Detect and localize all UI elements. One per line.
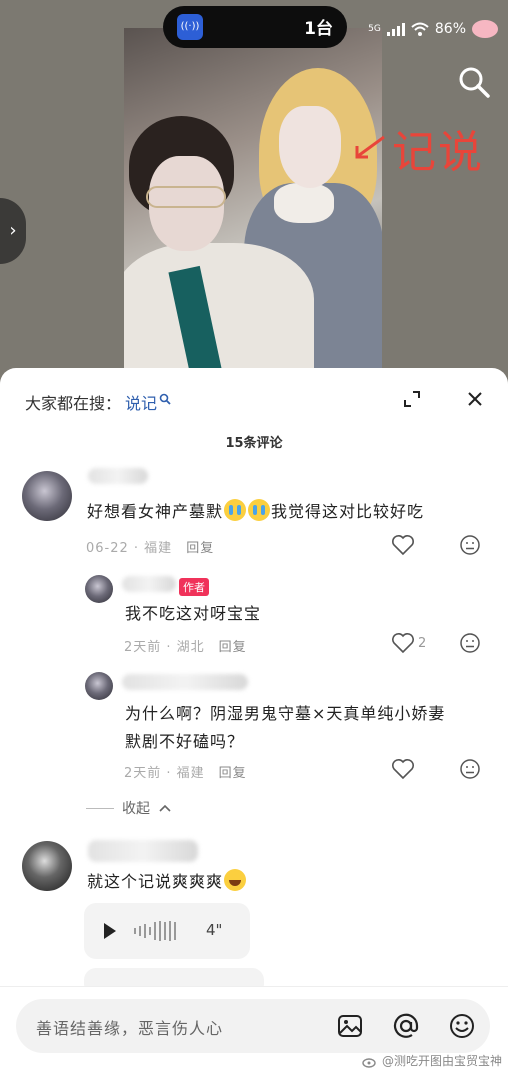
like-count: 2 <box>418 636 427 651</box>
waveform-icon <box>134 920 176 942</box>
username-blurred[interactable] <box>122 576 176 592</box>
reply-button[interactable]: 回复 <box>219 766 247 781</box>
search-small-icon[interactable] <box>159 393 171 405</box>
reply-button[interactable]: 回复 <box>186 541 214 556</box>
grin-emoji-icon <box>224 869 247 891</box>
cast-icon: ((·)) <box>177 14 203 40</box>
collapse-label: 收起 <box>122 801 150 817</box>
comment-text[interactable]: 我不吃这对呀宝宝 <box>125 600 261 628</box>
annotation-label: 记说 <box>392 127 484 178</box>
dislike-face-icon[interactable] <box>458 533 482 557</box>
figure-right-collar <box>274 183 334 223</box>
input-placeholder: 善语结善缘，恶言伤人心 <box>36 1019 224 1038</box>
crying-emoji-icon <box>224 499 247 521</box>
author-badge: 作者 <box>179 578 209 596</box>
comment-sheet: 大家都在搜： 说记 15条评论 好想看女神产墓默 我觉得这对比较好吃 06-22 … <box>0 368 508 1081</box>
trending-search[interactable]: 大家都在搜： 说记 <box>25 390 171 414</box>
comment-meta: 2天前 · 福建 回复 <box>124 766 247 781</box>
like-heart-icon[interactable] <box>391 631 415 655</box>
chevron-up-icon <box>159 804 171 812</box>
comment-input[interactable]: 善语结善缘，恶言伤人心 <box>16 999 490 1053</box>
figure-left-body <box>124 243 314 374</box>
comment-meta: 2天前 · 湖北 回复 <box>124 640 247 655</box>
wifi-icon <box>411 22 429 36</box>
watermark: @测吃开图由宝贸宝神 <box>362 1052 502 1069</box>
video-frame[interactable] <box>124 28 382 374</box>
username-blurred[interactable] <box>88 840 198 862</box>
comment-count: 15条评论 <box>225 436 283 451</box>
avatar[interactable] <box>22 471 72 521</box>
network-label: 5G <box>368 24 381 34</box>
voice-duration: 4" <box>206 921 223 939</box>
username-blurred[interactable] <box>88 468 148 484</box>
trending-prefix: 大家都在搜： <box>25 394 122 413</box>
annotation-arrow-icon <box>355 135 385 159</box>
pig-icon[interactable] <box>472 20 498 38</box>
avatar[interactable] <box>22 841 72 891</box>
figure-right-face <box>279 106 341 188</box>
emoji-icon[interactable] <box>448 1012 476 1040</box>
mention-icon[interactable] <box>392 1012 420 1040</box>
avatar[interactable] <box>85 672 113 700</box>
dislike-face-icon[interactable] <box>458 631 482 655</box>
status-bar: 5G 86% <box>368 16 498 42</box>
username-blurred[interactable] <box>122 674 248 690</box>
like-heart-icon[interactable] <box>391 533 415 557</box>
close-icon[interactable] <box>466 390 484 408</box>
comment-text[interactable]: 为什么啊？阴湿男鬼守墓×天真单纯小娇妻 默剧不好磕吗？ <box>125 700 445 756</box>
glasses <box>146 186 226 208</box>
divider <box>86 807 114 809</box>
search-icon[interactable] <box>456 64 492 100</box>
dislike-face-icon[interactable] <box>458 757 482 781</box>
comment-text[interactable]: 就这个记说爽爽爽 <box>87 868 247 896</box>
image-icon[interactable] <box>336 1012 364 1040</box>
expand-icon[interactable] <box>403 390 421 408</box>
signal-icon <box>386 22 405 36</box>
weibo-icon <box>362 1057 376 1068</box>
collapse-replies[interactable]: 收起 <box>86 798 172 818</box>
reply-button[interactable]: 回复 <box>219 640 247 655</box>
battery-label: 86% <box>434 21 466 37</box>
comment-meta: 06-22 · 福建 回复 <box>86 541 215 556</box>
like-heart-icon[interactable] <box>391 757 415 781</box>
comment-text[interactable]: 好想看女神产墓默 我觉得这对比较好吃 <box>87 498 424 526</box>
avatar[interactable] <box>85 575 113 603</box>
crying-emoji-icon <box>248 499 271 521</box>
play-icon[interactable] <box>104 923 116 939</box>
cast-count: 1台 <box>304 19 333 39</box>
dynamic-island[interactable]: ((·)) 1台 <box>163 6 347 48</box>
voice-message[interactable]: 4" <box>84 903 250 959</box>
trending-keyword[interactable]: 说记 <box>125 390 157 414</box>
